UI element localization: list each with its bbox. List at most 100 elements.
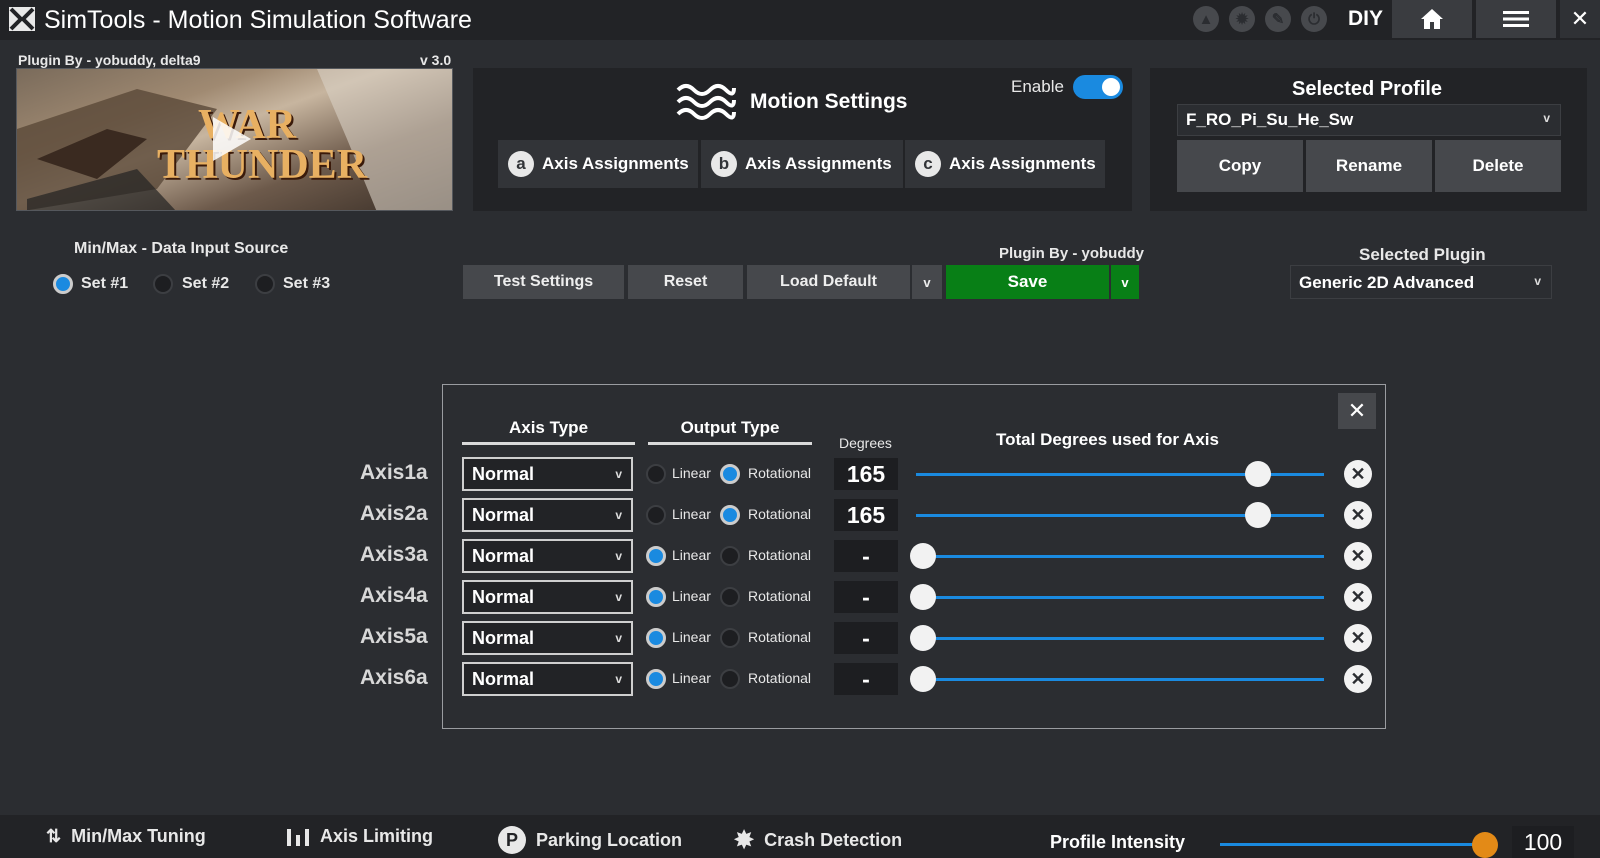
clear-axis-button[interactable]: ✕ [1344, 665, 1372, 693]
set-3-label: Set #3 [283, 275, 331, 292]
plugin-select[interactable]: Generic 2D Advanced v [1290, 265, 1552, 299]
linear-radio[interactable] [646, 505, 666, 525]
home-button[interactable] [1392, 0, 1472, 38]
play-icon[interactable] [213, 117, 251, 161]
profile-selected-value: F_RO_Pi_Su_He_Sw [1186, 110, 1354, 129]
axis-type-select[interactable]: Normal v [462, 498, 633, 532]
badge-a-icon: a [508, 151, 534, 177]
bars-icon [286, 827, 310, 847]
load-default-dropdown[interactable]: v [912, 265, 942, 299]
header-divider [648, 442, 812, 445]
degrees-value[interactable]: 165 [834, 458, 898, 490]
load-default-button[interactable]: Load Default [747, 265, 910, 299]
profile-intensity-label: Profile Intensity [1050, 832, 1186, 852]
total-degrees-slider-handle[interactable] [910, 666, 936, 692]
total-degrees-slider-handle[interactable] [1245, 461, 1271, 487]
set-2-radio[interactable] [153, 274, 173, 294]
copy-button[interactable]: Copy [1177, 140, 1303, 192]
linear-label: Linear [672, 588, 711, 604]
clear-axis-button[interactable]: ✕ [1344, 501, 1372, 529]
rotational-radio[interactable] [720, 628, 740, 648]
profile-intensity-value[interactable]: 100 [1512, 826, 1574, 858]
clear-axis-button[interactable]: ✕ [1344, 583, 1372, 611]
linear-radio[interactable] [646, 587, 666, 607]
linear-label: Linear [672, 670, 711, 686]
data-input-source-title: Min/Max - Data Input Source [74, 240, 289, 257]
chevron-down-icon: v [615, 549, 622, 563]
rotational-radio[interactable] [720, 546, 740, 566]
linear-radio[interactable] [646, 628, 666, 648]
profile-intensity-slider[interactable] [1220, 843, 1486, 846]
total-degrees-slider-handle[interactable] [910, 543, 936, 569]
linear-radio[interactable] [646, 546, 666, 566]
linear-radio[interactable] [646, 669, 666, 689]
rotational-radio[interactable] [720, 505, 740, 525]
parking-location-button[interactable]: P Parking Location [498, 826, 682, 854]
upload-icon[interactable]: ▲ [1193, 6, 1219, 32]
menu-button[interactable] [1476, 0, 1556, 38]
clear-axis-button[interactable]: ✕ [1344, 460, 1372, 488]
crash-detection-button[interactable]: ✸ Crash Detection [734, 826, 902, 855]
degrees-value[interactable]: - [834, 581, 898, 613]
game-thumbnail[interactable]: WAR THUNDER [16, 68, 453, 211]
axis-type-value: Normal [472, 546, 535, 566]
rotational-radio[interactable] [720, 669, 740, 689]
set-3-radio[interactable] [255, 274, 275, 294]
axis-type-value: Normal [472, 505, 535, 525]
clear-axis-button[interactable]: ✕ [1344, 542, 1372, 570]
rotational-radio[interactable] [720, 464, 740, 484]
plugin-selected-value: Generic 2D Advanced [1299, 273, 1475, 292]
axis-type-select[interactable]: Normal v [462, 580, 633, 614]
profile-intensity-slider-handle[interactable] [1472, 832, 1498, 858]
total-degrees-slider-handle[interactable] [910, 584, 936, 610]
tab-axis-assignments-c[interactable]: c Axis Assignments [905, 140, 1105, 188]
total-degrees-slider[interactable] [916, 555, 1324, 558]
axis-name-label: Axis1a [360, 461, 428, 484]
reset-button[interactable]: Reset [628, 265, 743, 299]
plugin-version: v 3.0 [420, 52, 452, 68]
profile-select[interactable]: F_RO_Pi_Su_He_Sw v [1177, 104, 1561, 136]
wrench-icon[interactable]: ✎ [1265, 6, 1291, 32]
axis-type-select[interactable]: Normal v [462, 457, 633, 491]
rename-button[interactable]: Rename [1306, 140, 1432, 192]
gear-icon[interactable]: ✹ [1229, 6, 1255, 32]
axis-type-value: Normal [472, 464, 535, 484]
set-1-radio[interactable] [53, 274, 73, 294]
axis-name-label: Axis2a [360, 502, 428, 525]
degrees-value[interactable]: - [834, 663, 898, 695]
linear-radio[interactable] [646, 464, 666, 484]
save-dropdown[interactable]: v [1111, 265, 1139, 299]
axis-type-select[interactable]: Normal v [462, 662, 633, 696]
total-degrees-slider-handle[interactable] [910, 625, 936, 651]
axis-type-select[interactable]: Normal v [462, 621, 633, 655]
save-button[interactable]: Save [946, 265, 1109, 299]
axis-limiting-button[interactable]: Axis Limiting [286, 826, 433, 847]
test-settings-button[interactable]: Test Settings [463, 265, 624, 299]
total-degrees-slider[interactable] [916, 596, 1324, 599]
close-window-button[interactable]: ✕ [1560, 0, 1600, 38]
dialog-close-button[interactable]: ✕ [1338, 393, 1376, 429]
rotational-label: Rotational [748, 547, 812, 563]
power-icon[interactable]: ⏻ [1301, 6, 1327, 32]
axis-type-select[interactable]: Normal v [462, 539, 633, 573]
axis-type-header: Axis Type [508, 418, 589, 437]
enable-label: Enable [1011, 77, 1064, 96]
degrees-value[interactable]: - [834, 540, 898, 572]
total-degrees-slider[interactable] [916, 637, 1324, 640]
enable-toggle[interactable] [1073, 75, 1123, 99]
total-degrees-slider[interactable] [916, 678, 1324, 681]
total-degrees-slider-handle[interactable] [1245, 502, 1271, 528]
up-down-arrows-icon: ⇅ [46, 826, 62, 846]
rotational-radio[interactable] [720, 587, 740, 607]
set-2-label: Set #2 [182, 275, 230, 292]
rotational-label: Rotational [748, 506, 812, 522]
chevron-down-icon: v [615, 590, 622, 604]
degrees-value[interactable]: 165 [834, 499, 898, 531]
tab-axis-assignments-a[interactable]: a Axis Assignments [498, 140, 698, 188]
degrees-value[interactable]: - [834, 622, 898, 654]
minmax-tuning-button[interactable]: ⇅ Min/Max Tuning [46, 826, 206, 847]
clear-axis-button[interactable]: ✕ [1344, 624, 1372, 652]
tab-axis-assignments-b[interactable]: b Axis Assignments [701, 140, 903, 188]
diy-label[interactable]: DIY [1348, 6, 1383, 32]
delete-button[interactable]: Delete [1435, 140, 1561, 192]
